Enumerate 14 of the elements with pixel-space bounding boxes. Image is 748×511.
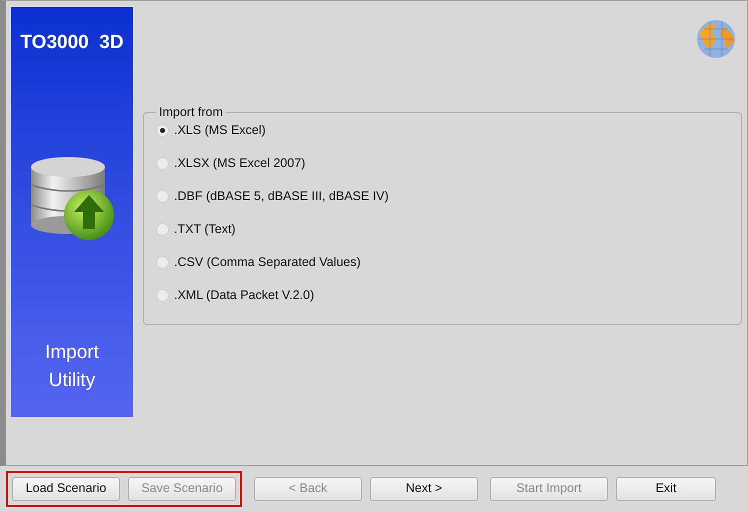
utility-title: Import Utility <box>44 341 100 393</box>
group-legend: Import from <box>156 103 226 122</box>
dialog-button[interactable]: Next > <box>370 476 478 500</box>
format-radio[interactable]: .XLS (MS Excel) <box>156 122 266 140</box>
globe-icon <box>696 19 736 59</box>
app-title: TO3000 3D <box>20 31 124 55</box>
dialog-button[interactable]: Load Scenario <box>12 476 120 500</box>
format-radio[interactable]: .DBF (dBASE 5, dBASE III, dBASE IV) <box>156 188 389 206</box>
format-radio[interactable]: .CSV (Comma Separated Values) <box>156 254 361 272</box>
format-radio[interactable]: .XML (Data Packet V.2.0) <box>156 286 314 305</box>
format-radio[interactable]: .XLSX (MS Excel 2007) <box>156 154 306 173</box>
format-radio[interactable]: .TXT (Text) <box>156 220 236 239</box>
database-upload-icon <box>29 155 115 242</box>
dialog-button[interactable]: Exit <box>616 476 716 500</box>
